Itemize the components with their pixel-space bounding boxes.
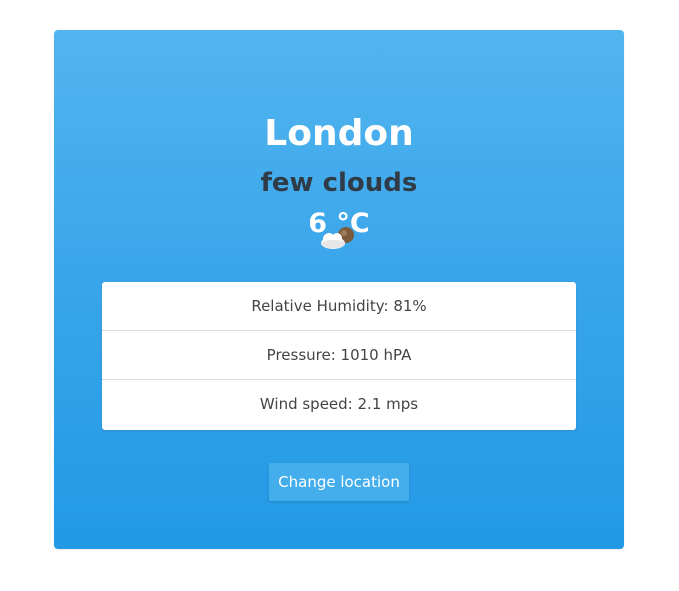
partly-cloudy-night-icon [321,227,354,249]
change-location-button[interactable]: Change location [269,463,409,501]
wind-speed-row: Wind speed: 2.1 mps [259,395,419,413]
weather-description: few clouds [260,168,418,198]
city-name: London [264,113,414,154]
pressure-row: Pressure: 1010 hPA [102,331,576,380]
humidity-row: Relative Humidity: 81% [102,282,576,331]
weather-stats-list: Relative Humidity: 81% Pressure: 1010 hP… [102,282,576,430]
